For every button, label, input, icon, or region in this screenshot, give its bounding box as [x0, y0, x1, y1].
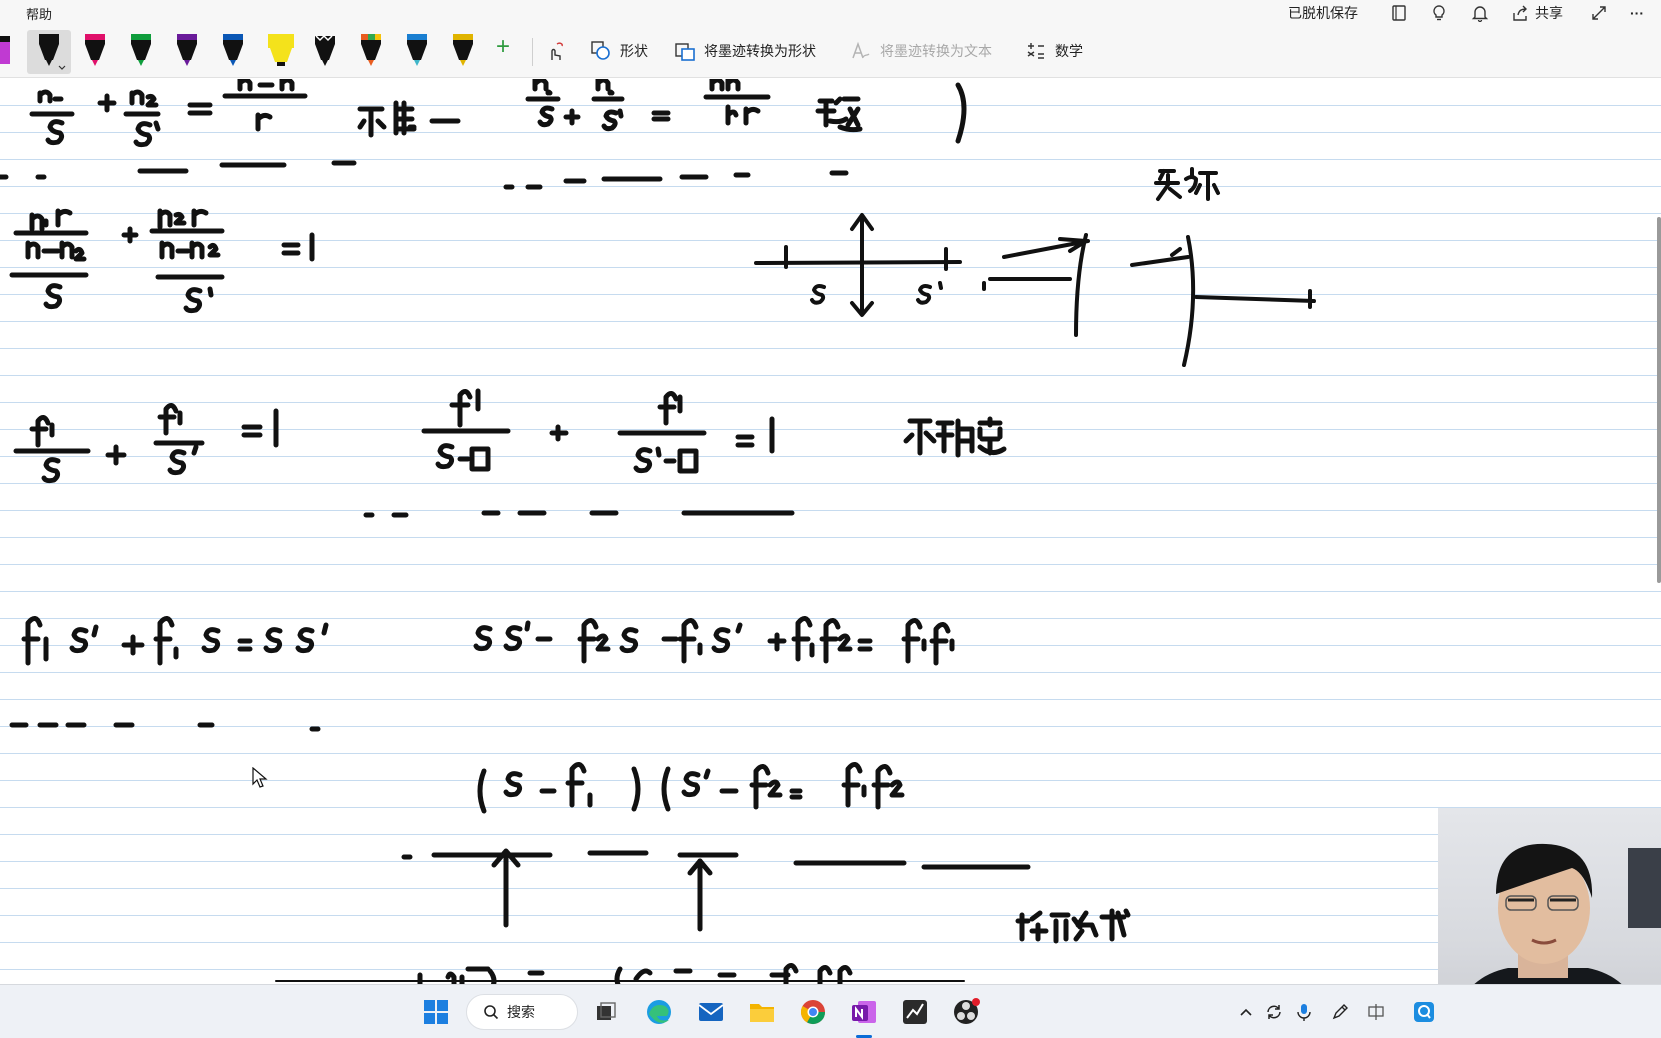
shapes-button[interactable]: 形状	[590, 38, 648, 64]
bell-icon[interactable]	[1471, 2, 1489, 24]
share-label: 共享	[1535, 5, 1563, 21]
ink-arrows-and-newton-formula	[275, 848, 1131, 984]
ink-equation-row-4	[9, 616, 955, 732]
windows-taskbar: 搜索	[0, 984, 1661, 1038]
ink-lens-diagram	[754, 167, 1316, 367]
pen-galaxy[interactable]	[310, 30, 340, 74]
handwritten-ink	[0, 79, 1316, 984]
start-button[interactable]	[418, 994, 454, 1030]
search-label: 搜索	[507, 1004, 535, 1020]
whiteboard-icon[interactable]	[897, 994, 933, 1030]
math-label: 数学	[1055, 43, 1083, 59]
shapes-icon	[591, 41, 610, 60]
edge-browser-icon[interactable]	[641, 994, 677, 1030]
note-page[interactable]	[0, 79, 1661, 984]
ribbon-divider	[532, 38, 533, 66]
touch-draw-button[interactable]	[544, 38, 566, 64]
pen-blue[interactable]	[218, 30, 248, 74]
notebooks-icon[interactable]	[1390, 2, 1408, 24]
shapes-label: 形状	[620, 43, 648, 59]
chrome-icon[interactable]	[795, 994, 831, 1030]
ink-equation-row-1	[0, 79, 967, 190]
pen-gold[interactable]	[448, 30, 478, 74]
ink-to-shape-button[interactable]: 将墨迹转换为形状	[674, 38, 816, 64]
qq-icon[interactable]	[1412, 1000, 1436, 1024]
obs-icon[interactable]	[948, 994, 984, 1030]
ink-to-shape-label: 将墨迹转换为形状	[704, 43, 816, 59]
pen-ocean[interactable]	[402, 30, 432, 74]
more-options-button[interactable]: ···	[1630, 2, 1644, 24]
pen-rainbow[interactable]	[356, 30, 386, 74]
pen-purple[interactable]	[172, 30, 202, 74]
windows-logo-icon	[424, 1000, 448, 1024]
task-view-icon[interactable]	[588, 994, 624, 1030]
pen-menu-icon[interactable]	[1328, 1000, 1352, 1024]
draw-ribbon: + 形状 将墨迹转换为形状 将墨迹转换为文本 数学	[0, 24, 1661, 78]
pen-green[interactable]	[126, 30, 156, 74]
mail-icon[interactable]	[693, 994, 729, 1030]
ink-to-text-button[interactable]: 将墨迹转换为文本	[850, 38, 992, 64]
share-icon	[1513, 5, 1527, 21]
math-icon	[1027, 43, 1044, 59]
menu-bar: 帮助 已脱机保存 共享 ···	[0, 0, 1661, 24]
ink-to-shape-icon	[675, 43, 695, 61]
ink-equation-row-5	[401, 762, 1031, 870]
onenote-icon[interactable]	[846, 994, 882, 1030]
vertical-scrollbar[interactable]	[1657, 217, 1661, 583]
chevron-up-icon[interactable]	[1234, 1000, 1258, 1024]
lightbulb-icon[interactable]	[1430, 2, 1448, 24]
pen-magenta[interactable]	[80, 30, 110, 74]
ink-to-text-label: 将墨迹转换为文本	[880, 43, 992, 59]
add-pen-button[interactable]: +	[496, 33, 510, 60]
ink-equation-row-3	[13, 388, 1007, 518]
search-icon	[484, 1005, 499, 1020]
sync-icon[interactable]	[1262, 1000, 1286, 1024]
math-button[interactable]: 数学	[1025, 38, 1083, 64]
ink-to-text-icon	[852, 41, 870, 59]
touch-draw-icon	[551, 42, 563, 60]
share-button[interactable]: 共享	[1511, 2, 1563, 24]
onenote-window: 帮助 已脱机保存 共享 ··· + 形状 将墨迹转换为形状 将墨迹转换为文本 数…	[0, 0, 1661, 1038]
highlighter-yellow[interactable]	[264, 30, 298, 74]
expand-icon[interactable]	[1590, 2, 1608, 24]
sync-status: 已脱机保存	[1288, 5, 1358, 21]
mouse-pointer-icon	[252, 767, 268, 788]
taskbar-search[interactable]: 搜索	[466, 994, 578, 1030]
menu-help[interactable]: 帮助	[26, 4, 52, 23]
file-explorer-icon[interactable]	[744, 994, 780, 1030]
input-method-icon[interactable]	[1364, 1000, 1388, 1024]
pen-black[interactable]	[27, 30, 71, 74]
ink-equation-row-2	[9, 208, 315, 314]
microphone-icon[interactable]	[1292, 1000, 1316, 1024]
pen-partial[interactable]	[0, 30, 10, 74]
